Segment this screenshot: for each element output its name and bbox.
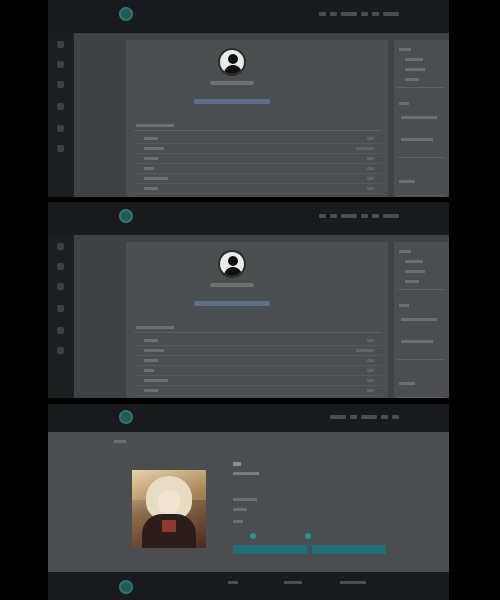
list-item[interactable] (134, 386, 382, 396)
profile-subtitle (233, 472, 259, 475)
top-nav (319, 12, 399, 16)
nav-item[interactable] (319, 12, 326, 16)
panel-block (397, 300, 445, 360)
app-logo-icon[interactable] (119, 410, 133, 424)
profile-card (126, 242, 388, 398)
settings-icon[interactable] (57, 145, 64, 152)
profile-settings-screen (48, 202, 449, 398)
user-avatar-icon[interactable] (218, 48, 246, 76)
document-icon[interactable] (57, 61, 64, 68)
profile-content (48, 432, 449, 576)
profile-card (126, 40, 388, 197)
profile-meta (233, 520, 243, 523)
rating-slider[interactable] (233, 532, 393, 540)
panel-block (397, 44, 445, 88)
profile-link[interactable] (194, 99, 270, 104)
home-icon[interactable] (57, 41, 64, 48)
list-item[interactable] (134, 396, 382, 398)
profile-image (132, 470, 206, 548)
nav-item[interactable] (330, 214, 337, 218)
nav-item[interactable] (361, 214, 368, 218)
sidebar-rail (48, 235, 74, 398)
app-logo-icon[interactable] (119, 209, 133, 223)
document-icon[interactable] (57, 263, 64, 270)
top-bar (48, 202, 449, 235)
app-logo-icon[interactable] (119, 7, 133, 21)
nav-item[interactable] (383, 214, 399, 218)
folder-icon[interactable] (57, 327, 64, 334)
profile-meta (233, 498, 257, 501)
nav-item[interactable] (381, 415, 388, 419)
section-header (134, 122, 382, 131)
panel-block (397, 98, 445, 158)
top-nav (319, 214, 399, 218)
settings-icon[interactable] (57, 347, 64, 354)
folder-icon[interactable] (57, 125, 64, 132)
side-panel (394, 242, 449, 398)
list-item[interactable] (134, 366, 382, 376)
nav-item[interactable] (372, 12, 379, 16)
nav-item[interactable] (372, 214, 379, 218)
nav-item[interactable] (341, 12, 357, 16)
panel-block (397, 246, 445, 290)
details-list (134, 134, 382, 197)
list-item[interactable] (134, 154, 382, 164)
details-list (134, 336, 382, 398)
clock-icon[interactable] (57, 283, 64, 290)
nav-item[interactable] (383, 12, 399, 16)
username (210, 81, 254, 85)
nav-item[interactable] (341, 214, 357, 218)
profile-name (233, 462, 241, 466)
list-item[interactable] (134, 376, 382, 386)
footer-link[interactable] (228, 581, 238, 584)
list-item[interactable] (134, 346, 382, 356)
slider-handle[interactable] (305, 533, 311, 539)
profile-detail-screen (48, 404, 449, 600)
profile-settings-screen (48, 0, 449, 197)
side-panel (394, 40, 449, 197)
user-avatar-icon[interactable] (218, 250, 246, 278)
profile-link[interactable] (194, 301, 270, 306)
slider-handle[interactable] (250, 533, 256, 539)
secondary-action-button[interactable] (312, 545, 386, 554)
list-item[interactable] (134, 164, 382, 174)
list-item[interactable] (134, 174, 382, 184)
username (210, 283, 254, 287)
footer-link[interactable] (284, 581, 302, 584)
panel-block (397, 378, 445, 398)
panel-block (397, 176, 445, 196)
nav-item[interactable] (350, 415, 357, 419)
primary-action-button[interactable] (233, 545, 307, 554)
top-bar (48, 404, 449, 432)
chart-icon[interactable] (57, 103, 64, 110)
profile-meta (233, 508, 247, 511)
chart-icon[interactable] (57, 305, 64, 312)
top-nav (330, 415, 399, 419)
list-item[interactable] (134, 336, 382, 346)
list-item[interactable] (134, 194, 382, 197)
footer-link[interactable] (340, 581, 366, 584)
section-header (134, 324, 382, 333)
home-icon[interactable] (57, 243, 64, 250)
list-item[interactable] (134, 356, 382, 366)
list-item[interactable] (134, 184, 382, 194)
list-item[interactable] (134, 134, 382, 144)
breadcrumb[interactable] (114, 440, 126, 443)
nav-item[interactable] (330, 415, 346, 419)
clock-icon[interactable] (57, 81, 64, 88)
nav-item[interactable] (361, 12, 368, 16)
sidebar-rail (48, 33, 74, 197)
list-item[interactable] (134, 144, 382, 154)
nav-item[interactable] (330, 12, 337, 16)
nav-item[interactable] (361, 415, 377, 419)
bottom-bar (48, 572, 449, 600)
nav-item[interactable] (319, 214, 326, 218)
nav-item[interactable] (392, 415, 399, 419)
app-logo-icon[interactable] (119, 580, 133, 594)
top-bar (48, 0, 449, 33)
